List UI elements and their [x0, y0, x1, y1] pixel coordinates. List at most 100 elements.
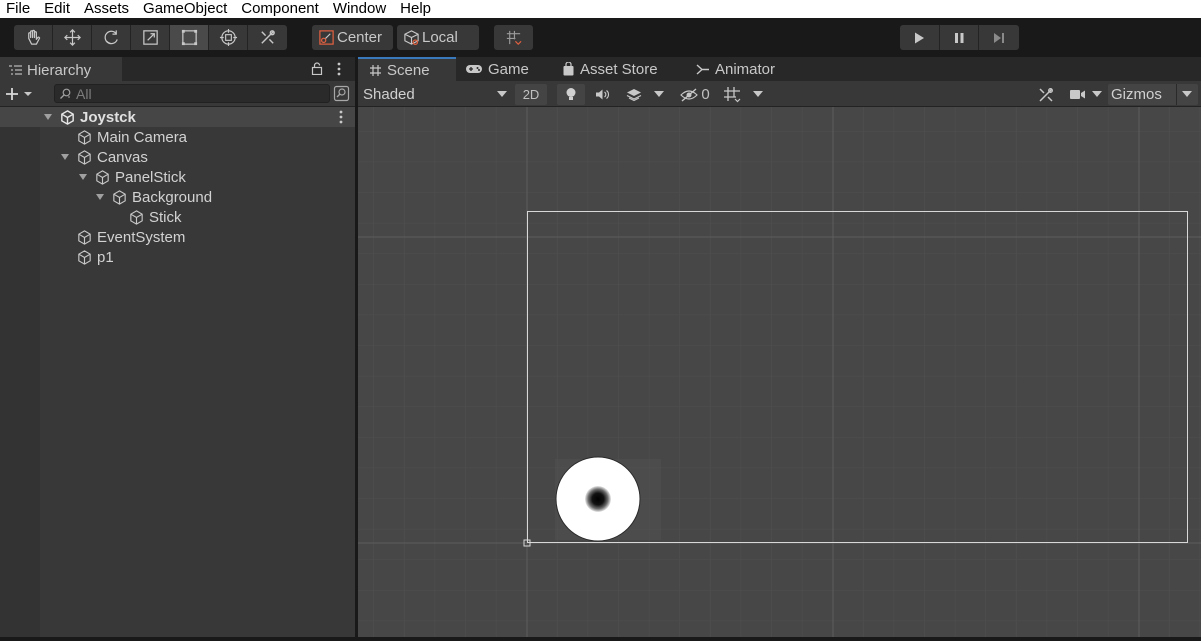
hierarchy-search-row — [0, 81, 357, 107]
expand-arrow-icon[interactable] — [59, 151, 71, 163]
scale-icon — [142, 30, 158, 45]
list-icon — [9, 65, 22, 75]
tree-item-canvas[interactable]: Canvas — [59, 147, 148, 167]
grid-visibility-dropdown[interactable] — [718, 84, 768, 105]
hierarchy-panel: Hierarchy Joystck Main C — [0, 57, 357, 641]
tab-game[interactable]: Game — [465, 57, 529, 81]
tree-item-label: Background — [132, 188, 213, 206]
tab-label: Animator — [715, 60, 776, 78]
lock-icon[interactable] — [311, 62, 323, 75]
menu-window[interactable]: Window — [326, 0, 393, 18]
scene-tools-button[interactable] — [1032, 84, 1060, 105]
menu-bar: File Edit Assets GameObject Component Wi… — [0, 0, 1201, 18]
rotate-tool-button[interactable] — [92, 25, 131, 50]
step-button[interactable] — [979, 25, 1019, 50]
rect-tool-button[interactable] — [170, 25, 209, 50]
scene-panel: Scene Game Asset Store Animator Shaded 2… — [358, 57, 1201, 641]
transform-icon — [219, 28, 237, 47]
search-icon — [60, 88, 71, 99]
tree-item-p1[interactable]: p1 — [59, 247, 114, 267]
scene-viewport[interactable] — [358, 107, 1201, 639]
transform-tool-button[interactable] — [209, 25, 248, 50]
move-icon — [63, 29, 81, 46]
scene-grid-icon — [370, 64, 381, 76]
grid-snap-icon — [506, 30, 522, 45]
tree-item-background[interactable]: Background — [94, 187, 212, 207]
camera-settings-dropdown[interactable] — [1064, 84, 1106, 105]
grid-snap-button[interactable] — [494, 25, 533, 50]
scene-root-label: Joystck — [80, 108, 136, 126]
transform-tools — [14, 25, 287, 50]
scene-root-row[interactable]: Joystck — [0, 107, 357, 127]
tree-item-label: PanelStick — [115, 168, 186, 186]
hidden-count: 0 — [701, 86, 710, 103]
video-camera-icon — [1069, 90, 1085, 99]
grid-icon — [724, 87, 741, 103]
custom-tool-button[interactable] — [248, 25, 287, 50]
tree-item-label: Canvas — [97, 148, 148, 166]
joystick-stick-knob[interactable] — [585, 486, 611, 512]
scene-view-toolbar: Shaded 2D 0 Gizmos — [358, 81, 1201, 107]
toggle-2d-button[interactable]: 2D — [515, 84, 547, 105]
hand-icon — [27, 29, 40, 45]
tree-item-main-camera[interactable]: Main Camera — [59, 127, 187, 147]
playmode-controls — [900, 25, 1019, 50]
tab-label: Game — [488, 60, 529, 78]
animator-state-icon — [696, 63, 709, 75]
play-button[interactable] — [900, 25, 940, 50]
tab-scene[interactable]: Scene — [358, 57, 456, 81]
effects-dropdown[interactable] — [620, 84, 670, 105]
gameobject-cube-icon — [78, 149, 91, 165]
gameobject-cube-icon — [130, 209, 143, 225]
tab-hierarchy[interactable]: Hierarchy — [0, 57, 122, 81]
wrench-cross-icon — [261, 30, 275, 44]
scale-tool-button[interactable] — [131, 25, 170, 50]
draw-mode-label: Shaded — [363, 85, 415, 103]
kebab-menu-icon[interactable] — [336, 62, 342, 76]
expand-arrow-icon[interactable] — [42, 111, 54, 123]
search-options-icon[interactable] — [333, 85, 350, 102]
scene-root-item: Joystck — [42, 107, 136, 127]
scene-grid-canvas — [358, 107, 1201, 639]
tab-label: Asset Store — [580, 60, 658, 78]
menu-file[interactable]: File — [0, 0, 37, 18]
pivot-space-label: Local — [422, 29, 458, 46]
rect-tool-icon — [181, 29, 197, 46]
tab-animator[interactable]: Animator — [696, 57, 775, 81]
menu-edit[interactable]: Edit — [37, 0, 77, 18]
gameobject-cube-icon — [78, 129, 91, 145]
main-toolbar: Center Local — [0, 18, 1201, 57]
audio-toggle[interactable] — [588, 84, 616, 105]
dropdown-caret-icon — [1182, 91, 1192, 97]
draw-mode-dropdown[interactable]: Shaded — [363, 84, 507, 104]
expand-arrow-icon[interactable] — [77, 171, 89, 183]
bottom-edge — [0, 637, 1201, 641]
lighting-toggle[interactable] — [557, 84, 585, 105]
scene-tab-bar: Scene Game Asset Store Animator — [358, 57, 1201, 81]
pause-icon — [955, 32, 964, 43]
hierarchy-search-field[interactable] — [54, 84, 330, 103]
hidden-objects-toggle[interactable]: 0 — [677, 84, 713, 105]
step-icon — [994, 32, 1005, 43]
menu-assets[interactable]: Assets — [77, 0, 136, 18]
pivot-space-toggle[interactable]: Local — [397, 25, 479, 50]
menu-help[interactable]: Help — [393, 0, 438, 18]
expand-arrow-icon[interactable] — [94, 191, 106, 203]
hierarchy-search-input[interactable] — [76, 85, 316, 102]
gamepad-icon — [466, 65, 482, 73]
scene-kebab-icon[interactable] — [338, 110, 344, 124]
menu-gameobject[interactable]: GameObject — [136, 0, 234, 18]
dropdown-caret-icon — [753, 91, 763, 97]
tree-item-stick[interactable]: Stick — [111, 207, 182, 227]
pause-button[interactable] — [940, 25, 980, 50]
move-tool-button[interactable] — [53, 25, 92, 50]
gizmos-dropdown[interactable]: Gizmos — [1108, 84, 1198, 105]
tree-item-panelstick[interactable]: PanelStick — [77, 167, 186, 187]
plus-icon — [6, 88, 18, 100]
create-object-button[interactable] — [4, 84, 44, 104]
tab-asset-store[interactable]: Asset Store — [562, 57, 658, 81]
pivot-mode-toggle[interactable]: Center — [312, 25, 393, 50]
hand-tool-button[interactable] — [14, 25, 53, 50]
menu-component[interactable]: Component — [234, 0, 326, 18]
tree-item-eventsystem[interactable]: EventSystem — [59, 227, 185, 247]
